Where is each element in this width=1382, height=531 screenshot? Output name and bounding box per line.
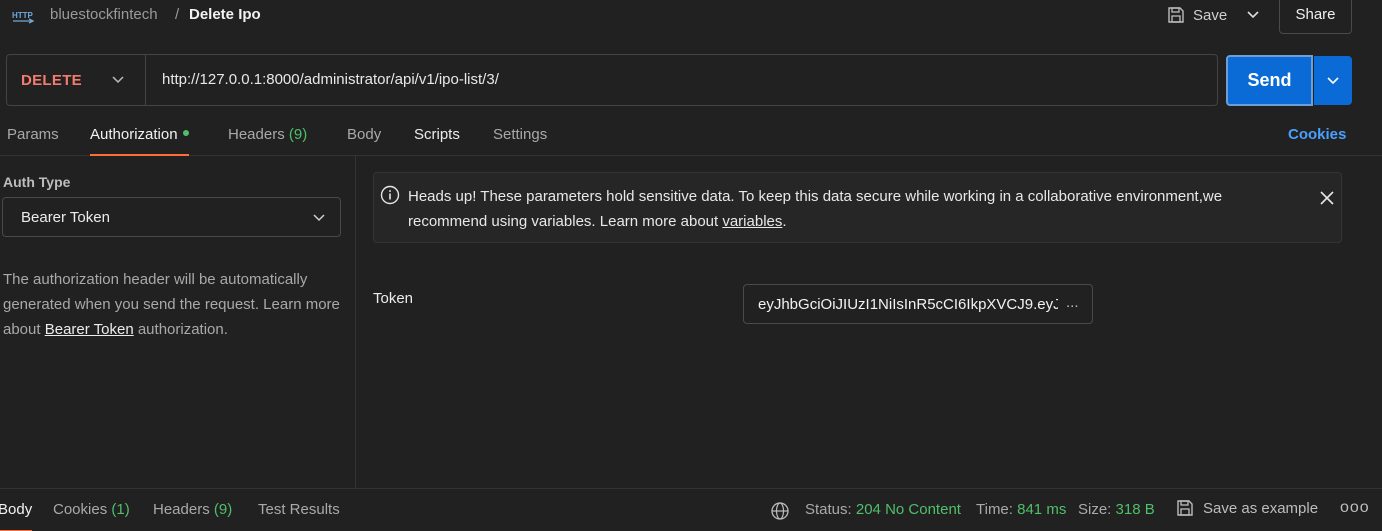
status-value: 204 No Content: [855, 501, 961, 518]
auth-type-value: Bearer Token: [21, 209, 110, 226]
more-options-icon[interactable]: ooo: [1340, 499, 1370, 517]
save-label: Save: [1193, 6, 1228, 24]
http-icon: HTTP: [12, 11, 35, 24]
tab-params[interactable]: Params: [7, 126, 59, 156]
size-readout: Size: 318 B: [1078, 501, 1155, 518]
token-value: eyJhbGciOiJIUzI1NiIsInR5cCI6IkpXVCJ9.eyJ: [758, 296, 1058, 313]
tab-authorization[interactable]: Authorization: [90, 126, 189, 156]
save-as-example-button[interactable]: Save as example: [1176, 499, 1318, 517]
tab-count: (9): [213, 501, 233, 518]
tab-label: Cookies: [53, 501, 108, 518]
tab-body[interactable]: Body: [347, 126, 381, 156]
tab-settings[interactable]: Settings: [493, 126, 547, 156]
response-tab-headers[interactable]: Headers (9): [153, 501, 232, 531]
request-title[interactable]: Delete Ipo: [189, 6, 261, 23]
tab-label: Scripts: [414, 126, 460, 143]
tab-count: (1): [111, 501, 130, 518]
status-label: Status:: [805, 501, 852, 518]
tab-label: Headers: [228, 126, 285, 143]
token-ellipsis: ...: [1066, 294, 1079, 311]
response-tab-body[interactable]: Body: [0, 501, 33, 531]
time-label: Time:: [976, 501, 1013, 518]
tab-label: Body: [347, 126, 382, 143]
size-label: Size:: [1078, 501, 1112, 518]
auth-panel: Auth Type Bearer Token The authorization…: [0, 156, 356, 488]
save-options-button[interactable]: [1238, 0, 1268, 30]
close-icon[interactable]: [1318, 189, 1336, 207]
cookies-link[interactable]: Cookies: [1288, 126, 1346, 143]
token-input[interactable]: eyJhbGciOiJIUzI1NiIsInR5cCI6IkpXVCJ9.eyJ…: [743, 284, 1093, 324]
time-readout: Time: 841 ms: [976, 501, 1066, 518]
status-readout: Status: 204 No Content: [805, 501, 961, 518]
auth-desc-text-end: authorization.: [133, 321, 228, 338]
send-button[interactable]: Send: [1226, 55, 1313, 106]
info-icon: [380, 185, 400, 205]
request-tabs: Params Authorization Headers (9) Body Sc…: [0, 116, 1382, 156]
breadcrumb-collection[interactable]: bluestockfintech: [50, 6, 158, 23]
url-divider: [145, 55, 146, 105]
auth-type-label: Auth Type: [3, 174, 71, 190]
tab-count: (9): [288, 126, 308, 143]
tab-scripts[interactable]: Scripts: [414, 126, 460, 156]
url-input[interactable]: http://127.0.0.1:8000/administrator/api/…: [162, 71, 499, 88]
tab-label: Test Results: [258, 501, 340, 518]
tab-headers[interactable]: Headers (9): [228, 126, 307, 156]
notice-body: Heads up! These parameters hold sensitiv…: [408, 188, 1223, 230]
sensitive-data-notice: Heads up! These parameters hold sensitiv…: [373, 172, 1342, 243]
chevron-down-icon: [1247, 11, 1259, 19]
notice-text: Heads up! These parameters hold sensitiv…: [408, 184, 1288, 234]
chevron-down-icon: [309, 208, 329, 228]
method-select[interactable]: DELETE: [21, 72, 82, 89]
auth-description: The authorization header will be automat…: [3, 267, 343, 342]
response-tab-test-results[interactable]: Test Results: [258, 501, 340, 531]
tab-label: Settings: [493, 126, 548, 143]
auth-type-select[interactable]: Bearer Token: [2, 197, 341, 237]
chevron-down-icon: [1327, 76, 1339, 84]
time-value: 841 ms: [1017, 501, 1067, 518]
globe-icon[interactable]: [770, 501, 790, 521]
variables-link[interactable]: variables: [722, 213, 782, 230]
send-options-button[interactable]: [1314, 56, 1352, 105]
breadcrumb-separator: /: [175, 6, 180, 23]
save-button[interactable]: Save: [1160, 0, 1236, 30]
tab-label: Body: [0, 501, 33, 518]
response-bar: Body Cookies (1) Headers (9) Test Result…: [0, 488, 1382, 531]
status-dot: [182, 130, 189, 137]
url-bar: DELETE http://127.0.0.1:8000/administrat…: [6, 54, 1218, 106]
save-as-example-label: Save as example: [1203, 499, 1319, 517]
tab-label: Authorization: [90, 126, 178, 143]
share-button[interactable]: Share: [1279, 0, 1352, 34]
notice-end: .: [782, 213, 787, 230]
tab-label: Headers: [153, 501, 210, 518]
method-chevron-icon[interactable]: [108, 69, 128, 91]
svg-text:HTTP: HTTP: [12, 11, 34, 20]
token-label: Token: [373, 290, 414, 307]
bearer-token-link[interactable]: Bearer Token: [45, 321, 134, 338]
save-icon: [1168, 7, 1184, 23]
size-value: 318 B: [1115, 501, 1155, 518]
save-icon: [1177, 500, 1193, 516]
response-tab-cookies[interactable]: Cookies (1): [53, 501, 130, 531]
tab-label: Params: [7, 126, 59, 143]
top-bar: HTTP bluestockfintech / Delete Ipo Save …: [0, 0, 1382, 40]
